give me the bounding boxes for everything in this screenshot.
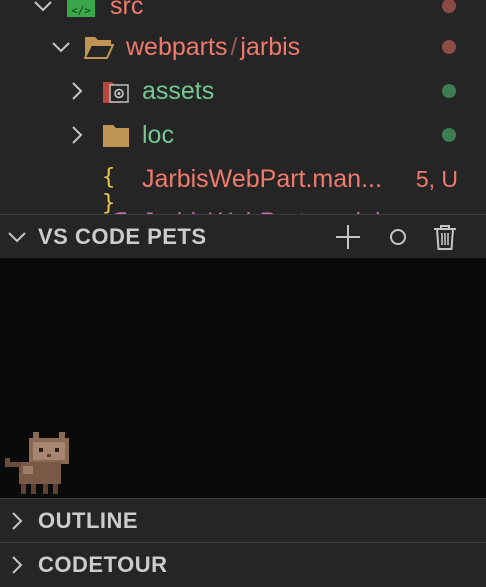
- tree-item-assets[interactable]: assets: [0, 69, 486, 113]
- chevron-right-icon: [66, 80, 88, 102]
- folder-icon: [102, 122, 132, 148]
- add-pet-button[interactable]: [334, 223, 362, 251]
- codetour-section-header[interactable]: CODETOUR: [0, 542, 486, 586]
- git-modified-dot: [442, 0, 456, 13]
- chevron-down-icon: [32, 0, 54, 17]
- git-untracked-dot: [442, 128, 456, 142]
- outline-title: OUTLINE: [38, 508, 139, 533]
- tree-item-label: src: [110, 0, 144, 20]
- svg-text:</>: </>: [71, 4, 91, 17]
- problem-count-badge: 5, U: [415, 166, 458, 192]
- throw-ball-button[interactable]: [384, 223, 412, 251]
- git-modified-dot: [442, 40, 456, 54]
- pets-panel-title: VS CODE PETS: [38, 224, 207, 249]
- tree-item-src[interactable]: </> src: [0, 0, 486, 28]
- delete-pet-button[interactable]: [431, 223, 459, 251]
- git-untracked-dot: [442, 84, 456, 98]
- tree-item-label: assets: [142, 77, 215, 105]
- tree-item-manifest[interactable]: { } JarbisWebPart.man... 5, U: [0, 157, 486, 214]
- chevron-right-icon: [6, 554, 28, 576]
- chevron-right-icon: [66, 124, 88, 146]
- tree-item-label: JarbisWebPart.man...: [142, 165, 382, 193]
- pets-panel-header[interactable]: VS CODE PETS: [0, 214, 486, 258]
- chevron-down-icon: [6, 226, 28, 248]
- tree-item-webparts-jarbis[interactable]: webparts / jarbis: [0, 25, 486, 69]
- open-folder-icon: [84, 34, 114, 60]
- pets-canvas[interactable]: [0, 258, 486, 498]
- tree-item-label: webparts / jarbis: [126, 33, 301, 61]
- json-file-icon: { }: [102, 165, 116, 214]
- tree-item-label: JarbisWebPart.module...: [142, 200, 415, 214]
- tree-item-loc[interactable]: loc: [0, 113, 486, 157]
- source-folder-icon: </>: [66, 0, 96, 18]
- tree-item-module[interactable]: JarbisWebPart.module...: [0, 200, 486, 214]
- chevron-down-icon: [50, 36, 72, 58]
- codetour-title: CODETOUR: [38, 552, 168, 577]
- outline-section-header[interactable]: OUTLINE: [0, 498, 486, 542]
- cat-pet-icon[interactable]: [2, 430, 72, 496]
- tree-item-label: loc: [142, 121, 174, 149]
- explorer-tree: </> src webparts / jarbis assets loc {}…: [0, 0, 486, 214]
- chevron-right-icon: [6, 510, 28, 532]
- assets-folder-icon: [102, 78, 132, 104]
